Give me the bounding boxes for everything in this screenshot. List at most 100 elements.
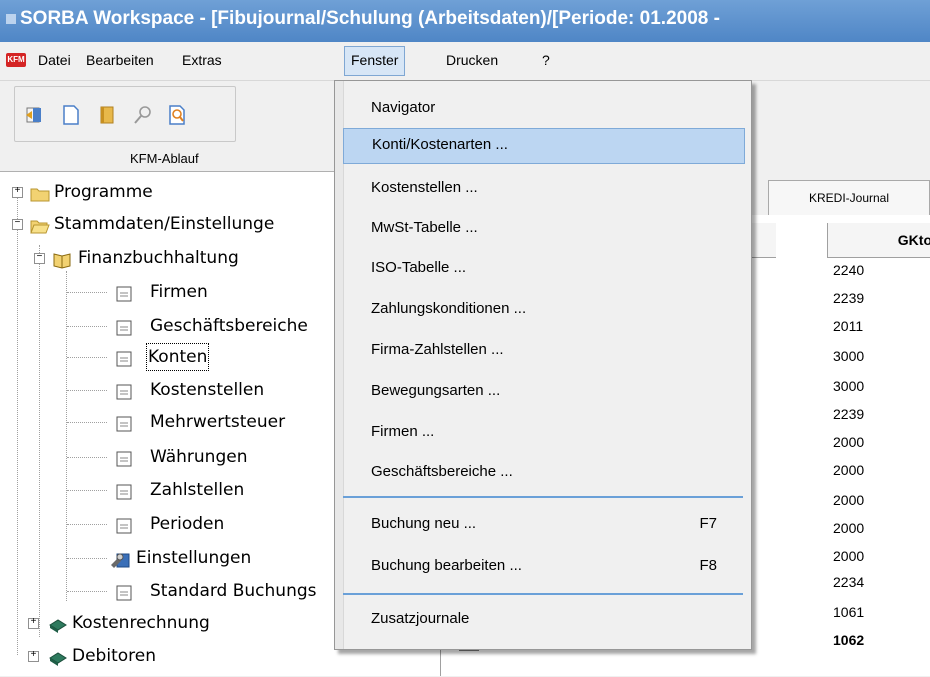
menu-item-konti-kostenarten[interactable]: Konti/Kostenarten ... [343, 128, 745, 164]
menu-item-bewegungsarten[interactable]: Bewegungsarten ... [343, 374, 743, 408]
window-title: SORBA Workspace - [Fibujournal/Schulung … [20, 8, 720, 29]
collapse-icon[interactable]: − [12, 219, 23, 230]
menu-item-zahlungskonditionen[interactable]: Zahlungskonditionen ... [343, 292, 743, 326]
folder-icon [30, 183, 50, 202]
gkto-cell[interactable]: 3000 [833, 375, 864, 397]
menu-item-label: Firmen ... [371, 423, 435, 440]
menu-item-buchung-bearbeiten[interactable]: Buchung bearbeiten ... F8 [343, 549, 743, 583]
exit-icon[interactable] [24, 104, 46, 126]
form-icon [114, 448, 134, 467]
tree-line [67, 591, 107, 592]
tree-item-label: Kostenrechnung [72, 613, 210, 633]
menu-item-label: Zahlungskonditionen ... [371, 300, 527, 317]
menu-item-label: Firma-Zahlstellen ... [371, 341, 504, 358]
menu-item-navigator[interactable]: Navigator [343, 91, 743, 125]
title-bar: SORBA Workspace - [Fibujournal/Schulung … [0, 0, 930, 42]
gkto-cell[interactable]: 1061 [833, 601, 864, 623]
gkto-cell[interactable]: 2011 [833, 315, 863, 337]
gkto-cell[interactable]: 2000 [833, 431, 864, 453]
form-icon [114, 481, 134, 500]
tree-line [67, 326, 107, 327]
tree-item-label: Zahlstellen [150, 480, 245, 500]
search-icon[interactable] [132, 104, 154, 126]
gkto-cell[interactable]: 2000 [833, 545, 864, 567]
menu-bearbeiten[interactable]: Bearbeiten [80, 46, 160, 74]
gkto-cell[interactable]: 2000 [833, 459, 864, 481]
app-icon [6, 13, 16, 24]
menu-datei[interactable]: Datei [32, 46, 77, 74]
expand-icon[interactable]: + [12, 187, 23, 198]
gkto-cell[interactable]: 2000 [833, 489, 864, 511]
form-icon [114, 515, 134, 534]
form-icon [114, 317, 134, 336]
book-icon[interactable] [96, 104, 118, 126]
tree-line [67, 357, 107, 358]
menu-item-kostenstellen[interactable]: Kostenstellen ... [343, 171, 743, 205]
tree-item-label: Finanzbuchhaltung [78, 248, 239, 268]
gkto-cell[interactable]: 1062 [833, 629, 864, 651]
menu-item-label: Buchung bearbeiten ... [371, 557, 522, 574]
menu-extras[interactable]: Extras [176, 46, 228, 74]
form-icon [114, 582, 134, 601]
menu-item-firmen[interactable]: Firmen ... [343, 415, 743, 449]
menu-separator [343, 496, 743, 498]
tree-line [67, 524, 107, 525]
search-document-icon[interactable] [166, 104, 188, 126]
tree-line [67, 457, 107, 458]
tree-item-label: Einstellungen [136, 548, 252, 568]
expand-icon[interactable]: + [28, 618, 39, 629]
gkto-cell[interactable]: 2240 [833, 259, 864, 281]
tree-item-label: Programme [54, 182, 153, 202]
tree-item-label: Standard Buchungs [150, 581, 317, 601]
menu-bar: KFM Datei Bearbeiten Extras Fenster Druc… [0, 42, 930, 81]
menu-item-label: Buchung neu ... [371, 515, 477, 532]
menu-item-iso-tabelle[interactable]: ISO-Tabelle ... [343, 251, 743, 285]
form-icon [114, 348, 134, 367]
new-document-icon[interactable] [60, 104, 82, 126]
open-folder-icon [30, 215, 50, 234]
form-icon [114, 283, 134, 302]
tree-item-label: Kostenstellen [150, 380, 265, 400]
menu-item-firma-zahlstellen[interactable]: Firma-Zahlstellen ... [343, 333, 743, 367]
tree-item-label: Währungen [150, 447, 248, 467]
menu-drucken[interactable]: Drucken [440, 46, 504, 74]
gkto-cell[interactable]: 2234 [833, 571, 864, 593]
menu-separator [343, 593, 743, 595]
settings-tool-icon [110, 549, 130, 568]
menu-item-label: Konti/Kostenarten ... [372, 136, 508, 153]
menu-item-label: MwSt-Tabelle ... [371, 219, 478, 236]
menu-item-shortcut: F7 [699, 515, 717, 532]
form-icon [114, 413, 134, 432]
tree-line [67, 490, 107, 491]
expand-icon[interactable]: + [28, 651, 39, 662]
tree-line [67, 390, 107, 391]
menu-fenster[interactable]: Fenster [344, 46, 406, 76]
menu-item-label: ISO-Tabelle ... [371, 259, 467, 276]
tree-line [67, 422, 107, 423]
menu-item-geschaeftsbereiche[interactable]: Geschäftsbereiche ... [343, 455, 743, 489]
gkto-cell[interactable]: 3000 [833, 345, 864, 367]
menu-item-zusatzjournale[interactable]: Zusatzjournale [343, 602, 743, 636]
form-icon [114, 381, 134, 400]
menu-item-mwst-tabelle[interactable]: MwSt-Tabelle ... [343, 211, 743, 245]
menu-item-label: Navigator [371, 99, 436, 116]
tab-kredi-journal[interactable]: KREDI-Journal [768, 180, 930, 216]
gkto-cell[interactable]: 2239 [833, 403, 864, 425]
menu-item-shortcut: F8 [699, 557, 717, 574]
menu-help[interactable]: ? [536, 46, 556, 74]
column-header-gkto[interactable]: GKto [827, 223, 930, 258]
tree-line [67, 292, 107, 293]
tree-item-label: Debitoren [72, 646, 156, 666]
collapse-icon[interactable]: − [34, 253, 45, 264]
gkto-cell[interactable]: 2239 [833, 287, 864, 309]
menu-item-buchung-neu[interactable]: Buchung neu ... F7 [343, 507, 743, 541]
menu-item-label: Geschäftsbereiche ... [371, 463, 513, 480]
toolbar-frame [14, 86, 236, 142]
menu-item-label: Kostenstellen ... [371, 179, 478, 196]
open-book-icon [52, 249, 72, 269]
gkto-cell[interactable]: 2000 [833, 517, 864, 539]
kfm-logo-icon[interactable]: KFM [6, 53, 26, 67]
tree-item-label: Konten [146, 343, 210, 371]
books-icon [48, 614, 68, 633]
tree-item-label: Firmen [150, 282, 208, 302]
